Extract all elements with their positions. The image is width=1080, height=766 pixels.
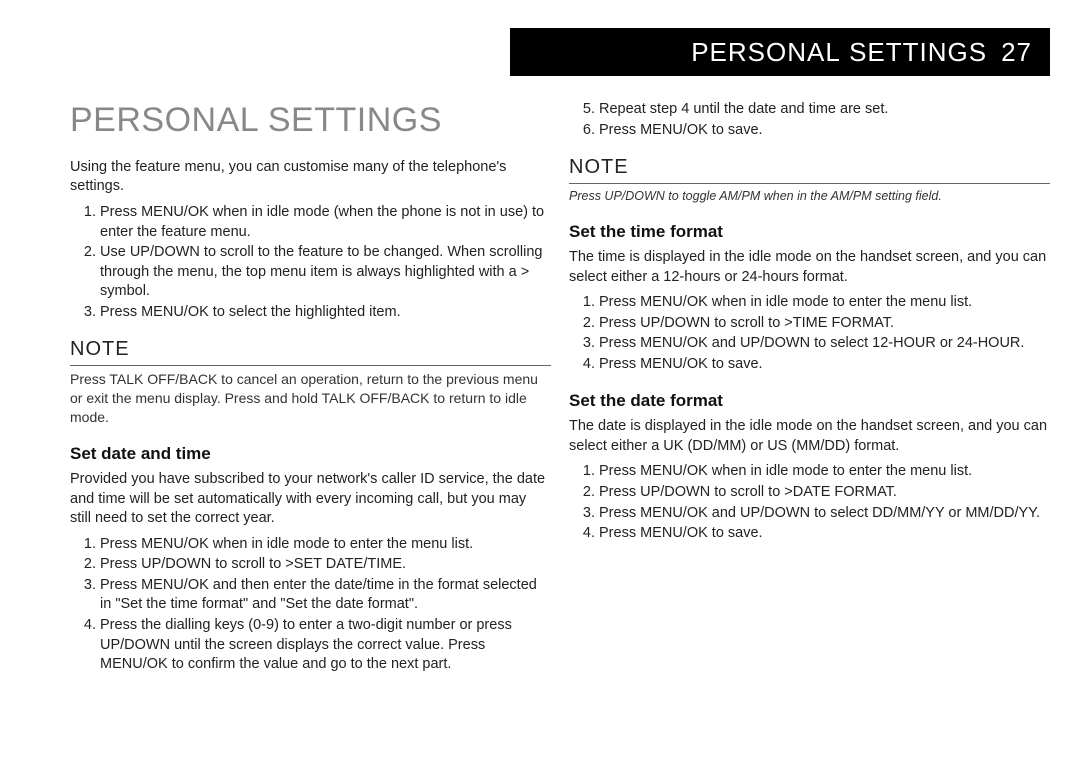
list-item: Press UP/DOWN to scroll to >SET DATE/TIM… <box>100 555 551 575</box>
list-item: Press the dialling keys (0-9) to enter a… <box>100 616 551 675</box>
list-item: Press MENU/OK and UP/DOWN to select DD/M… <box>599 504 1050 524</box>
list-item: Repeat step 4 until the date and time ar… <box>599 100 1050 120</box>
list-item: Press MENU/OK and then enter the date/ti… <box>100 576 551 615</box>
list-item: Press UP/DOWN to scroll to >TIME FORMAT. <box>599 314 1050 334</box>
page-body: PERSONAL SETTINGS Using the feature menu… <box>70 98 1050 746</box>
set-date-time-paragraph: Provided you have subscribed to your net… <box>70 470 551 529</box>
left-column: PERSONAL SETTINGS Using the feature menu… <box>70 98 551 746</box>
list-item: Press MENU/OK when in idle mode to enter… <box>599 293 1050 313</box>
set-date-format-paragraph: The date is displayed in the idle mode o… <box>569 417 1050 456</box>
set-date-time-heading: Set date and time <box>70 443 551 466</box>
set-time-format-steps: Press MENU/OK when in idle mode to enter… <box>569 293 1050 374</box>
note-heading: NOTE <box>70 336 551 366</box>
set-time-format-heading: Set the time format <box>569 221 1050 244</box>
header-title-light: PERSONAL <box>691 37 841 68</box>
set-date-time-steps: Press MENU/OK when in idle mode to enter… <box>70 535 551 675</box>
intro-paragraph: Using the feature menu, you can customis… <box>70 158 551 197</box>
list-item: Press MENU/OK when in idle mode to enter… <box>599 462 1050 482</box>
set-date-format-steps: Press MENU/OK when in idle mode to enter… <box>569 462 1050 543</box>
set-date-format-heading: Set the date format <box>569 390 1050 413</box>
right-column: Repeat step 4 until the date and time ar… <box>569 98 1050 746</box>
list-item: Press MENU/OK when in idle mode (when th… <box>100 203 551 242</box>
set-time-format-paragraph: The time is displayed in the idle mode o… <box>569 248 1050 287</box>
header-spacer <box>841 37 849 68</box>
note-body: Press TALK OFF/BACK to cancel an operati… <box>70 370 551 427</box>
set-date-time-steps-cont: Repeat step 4 until the date and time ar… <box>569 100 1050 140</box>
header-title-bold: SETTINGS <box>849 37 987 68</box>
list-item: Press MENU/OK to save. <box>599 121 1050 141</box>
list-item: Press MENU/OK when in idle mode to enter… <box>100 535 551 555</box>
intro-steps: Press MENU/OK when in idle mode (when th… <box>70 203 551 322</box>
note-heading: NOTE <box>569 154 1050 184</box>
list-item: Press MENU/OK to save. <box>599 355 1050 375</box>
list-item: Press UP/DOWN to scroll to >DATE FORMAT. <box>599 483 1050 503</box>
list-item: Use UP/DOWN to scroll to the feature to … <box>100 243 551 302</box>
header-page-number: 27 <box>1001 37 1032 68</box>
list-item: Press MENU/OK to save. <box>599 524 1050 544</box>
note-body: Press UP/DOWN to toggle AM/PM when in th… <box>569 188 1050 205</box>
page-header: PERSONAL SETTINGS 27 <box>510 28 1050 76</box>
list-item: Press MENU/OK and UP/DOWN to select 12-H… <box>599 334 1050 354</box>
section-title: PERSONAL SETTINGS <box>70 98 551 144</box>
list-item: Press MENU/OK to select the highlighted … <box>100 303 551 323</box>
